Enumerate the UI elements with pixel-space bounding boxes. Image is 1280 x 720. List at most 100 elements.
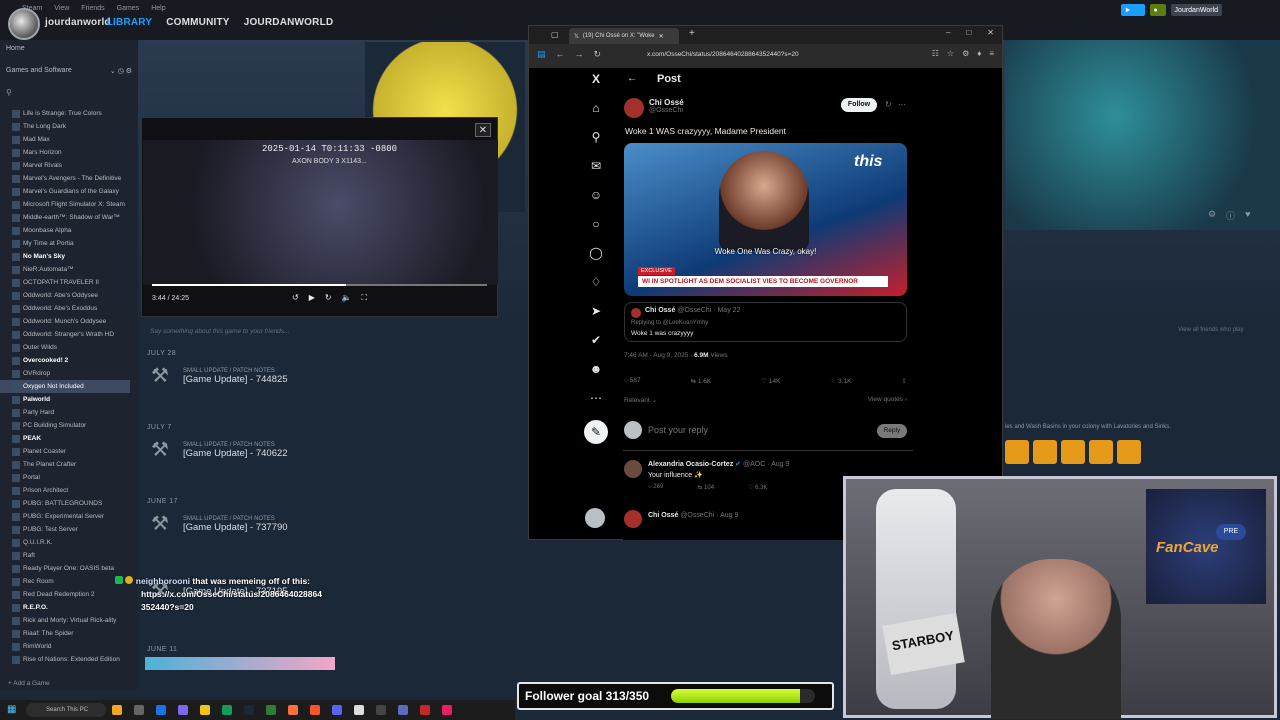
chrome-icon[interactable]	[156, 705, 166, 715]
game-list-item[interactable]: Rise of Nations: Extended Edition	[0, 653, 130, 666]
post-more-icon[interactable]: ⋯	[898, 100, 906, 109]
grok-icon[interactable]: ◯	[589, 246, 603, 260]
settings-gear-icon[interactable]: ⚙	[1208, 209, 1216, 222]
account-button[interactable]: JourdanWorld	[1170, 4, 1222, 16]
like-count[interactable]: ♡ 14K	[761, 377, 780, 385]
profile-icon[interactable]: ☻	[589, 362, 603, 376]
broadcast-icon[interactable]: ►	[1120, 4, 1145, 16]
play-icon[interactable]: ▶	[309, 293, 315, 303]
game-list-item[interactable]: RimWorld	[0, 640, 130, 653]
sidebar-search-icon[interactable]: ⚲	[6, 88, 12, 97]
chat-username[interactable]: neighborooni	[136, 576, 190, 586]
achievement-icon[interactable]	[1061, 440, 1085, 464]
nav-username[interactable]: jourdanworld	[45, 17, 111, 28]
app-icon[interactable]	[376, 705, 386, 715]
xbox-icon[interactable]	[266, 705, 276, 715]
favorite-heart-icon[interactable]: ♥	[1245, 209, 1250, 222]
explore-search-icon[interactable]: ⚲	[589, 130, 603, 144]
reply1-replies[interactable]: ○ 269	[648, 484, 663, 491]
author-name[interactable]: Chi Ossé	[649, 98, 684, 107]
game-list-item[interactable]: Mars Horizon	[0, 146, 130, 159]
game-list-item[interactable]: Palworld	[0, 393, 130, 406]
game-list-item[interactable]: OCTOPATH TRAVELER II	[0, 276, 130, 289]
app-icon[interactable]	[354, 705, 364, 715]
follow-person-icon[interactable]: ☺	[589, 188, 603, 202]
game-list-item[interactable]: Prison Architect	[0, 484, 130, 497]
reader-icon[interactable]: ☷	[932, 49, 939, 58]
achievement-icon[interactable]	[1117, 440, 1141, 464]
quoted-tweet[interactable]: Chi Ossé @OsseChi · May 22 Replying to @…	[624, 302, 907, 342]
menu-friends[interactable]: Friends	[81, 5, 104, 12]
game-list-item[interactable]: Riaaf: The Spider	[0, 627, 130, 640]
messages-icon[interactable]: ○	[589, 217, 603, 231]
repost-count[interactable]: ⇆ 1.6K	[691, 377, 712, 385]
reply1-reposts[interactable]: ⇆ 104	[697, 484, 714, 491]
update-row[interactable]: ⚒ SMALL UPDATE / PATCH NOTES [Game Update]…	[147, 363, 288, 389]
reply-button[interactable]: Reply	[877, 424, 907, 438]
nav-profile[interactable]: JOURDANWORLD	[244, 17, 334, 28]
game-list-item[interactable]: PUBG: Test Server	[0, 523, 130, 536]
reply1-likes[interactable]: ♡ 6.3K	[748, 484, 767, 491]
game-list-item[interactable]: Portal	[0, 471, 130, 484]
browser-tab[interactable]: 𝕏 (19) Chi Ossé on X: "Woke ✕	[569, 28, 679, 44]
game-list-item[interactable]: The Long Dark	[0, 120, 130, 133]
app-icon[interactable]	[398, 705, 408, 715]
author-handle[interactable]: @OsseChi	[649, 107, 684, 114]
info-icon[interactable]: ⓘ	[1226, 209, 1235, 222]
game-list-item[interactable]: Rick and Morty: Virtual Rick-ality	[0, 614, 130, 627]
app-icon[interactable]	[332, 705, 342, 715]
game-list-item[interactable]: Microsoft Flight Simulator X: Steam	[0, 198, 130, 211]
forward-icon[interactable]: ↻	[325, 293, 332, 303]
firefox-icon[interactable]	[288, 705, 298, 715]
game-list-item[interactable]: Q.U.I.R.K.	[0, 536, 130, 549]
forward-nav-icon[interactable]: →	[575, 49, 584, 60]
home-icon[interactable]: ⌂	[589, 101, 603, 115]
notifications-bell-icon[interactable]: ✉	[589, 159, 603, 173]
steam-icon[interactable]	[244, 705, 254, 715]
extension-icon[interactable]: ⚙	[962, 49, 969, 58]
verified-icon[interactable]: ✔	[589, 333, 603, 347]
game-list-item[interactable]: Oddworld: Stranger's Wrath HD	[0, 328, 130, 341]
game-list-item[interactable]: Marvel Rivals	[0, 159, 130, 172]
task-view-icon[interactable]	[134, 705, 144, 715]
achievement-icon[interactable]	[1005, 440, 1029, 464]
game-list-item[interactable]: Oddworld: Munch's Oddysee	[0, 315, 130, 328]
start-windows-icon[interactable]: ▦	[7, 704, 16, 715]
file-explorer-icon[interactable]	[200, 705, 210, 715]
library-filter[interactable]: Games and Software ⌄ ◷ ⚙	[6, 67, 132, 75]
grok-explain-icon[interactable]: ↻	[885, 100, 892, 109]
add-game-button[interactable]: + Add a Game	[8, 680, 50, 687]
tab-close-icon[interactable]: ✕	[659, 33, 664, 40]
game-list-item[interactable]: Marvel's Guardians of the Galaxy	[0, 185, 130, 198]
app-icon[interactable]	[178, 705, 188, 715]
follow-button[interactable]: Follow	[841, 98, 877, 112]
view-quotes-link[interactable]: View quotes ›	[868, 396, 907, 403]
achievement-icon[interactable]	[1033, 440, 1057, 464]
brave-icon[interactable]	[310, 705, 320, 715]
game-list-item[interactable]: Mad Max	[0, 133, 130, 146]
game-list-item[interactable]: Life is Strange: True Colors	[0, 107, 130, 120]
account-avatar[interactable]	[585, 508, 605, 528]
game-list-item[interactable]: PEAK	[0, 432, 130, 445]
bookmark-count[interactable]: ♢ 3.1K	[831, 377, 852, 385]
share-icon[interactable]: ⇧	[902, 377, 907, 385]
new-tab-icon[interactable]: +	[689, 28, 695, 39]
edge-icon[interactable]	[222, 705, 232, 715]
game-list-item[interactable]: Ready Player One: OASIS beta	[0, 562, 130, 575]
menu-steam[interactable]: Steam	[22, 5, 42, 12]
nav-community[interactable]: COMMUNITY	[166, 17, 229, 28]
game-list-item[interactable]: Party Hard	[0, 406, 130, 419]
menu-view[interactable]: View	[54, 5, 69, 12]
window-close-icon[interactable]: ✕	[987, 28, 994, 37]
update-row[interactable]: ⚒ SMALL UPDATE / PATCH NOTES [Game Update]…	[147, 437, 288, 463]
reply-input[interactable]: Post your reply	[648, 425, 708, 435]
game-list-item[interactable]: Middle-earth™: Shadow of War™	[0, 211, 130, 224]
compose-post-icon[interactable]: ✎	[584, 420, 608, 444]
menu-help[interactable]: Help	[151, 5, 165, 12]
sidebar-icon[interactable]: ▤	[537, 49, 546, 60]
game-list-item[interactable]: Outer Wilds	[0, 341, 130, 354]
taskbar-search[interactable]: Search This PC	[26, 703, 106, 717]
address-bar[interactable]: x.com/OsseChi/status/2086464028864352440…	[647, 51, 799, 58]
premium-rocket-icon[interactable]: ➤	[589, 304, 603, 318]
app-icon[interactable]	[420, 705, 430, 715]
